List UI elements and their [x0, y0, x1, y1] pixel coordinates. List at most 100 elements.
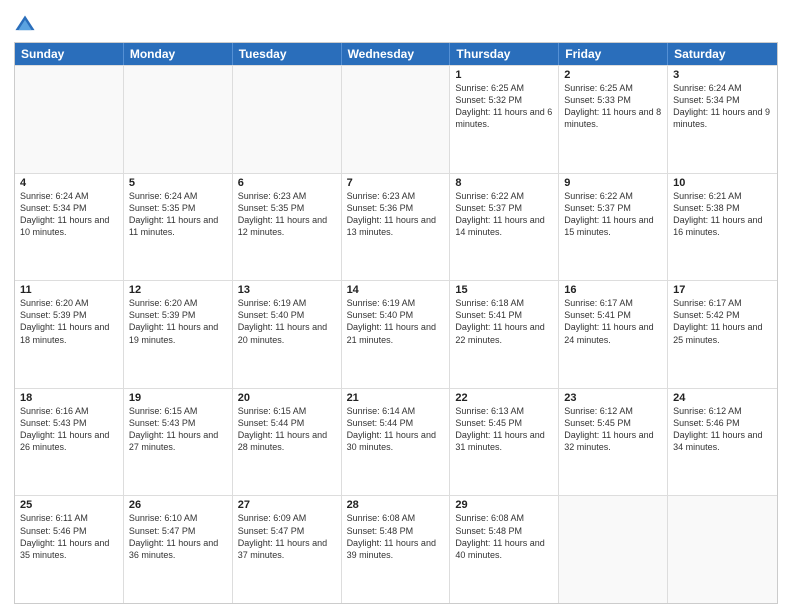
calendar-cell: 9Sunrise: 6:22 AM Sunset: 5:37 PM Daylig…	[559, 174, 668, 281]
day-info: Sunrise: 6:17 AM Sunset: 5:42 PM Dayligh…	[673, 297, 772, 346]
day-info: Sunrise: 6:08 AM Sunset: 5:48 PM Dayligh…	[347, 512, 445, 561]
calendar-cell: 17Sunrise: 6:17 AM Sunset: 5:42 PM Dayli…	[668, 281, 777, 388]
day-number: 8	[455, 177, 553, 189]
calendar-cell: 12Sunrise: 6:20 AM Sunset: 5:39 PM Dayli…	[124, 281, 233, 388]
calendar-cell: 18Sunrise: 6:16 AM Sunset: 5:43 PM Dayli…	[15, 389, 124, 496]
calendar-cell: 29Sunrise: 6:08 AM Sunset: 5:48 PM Dayli…	[450, 496, 559, 603]
calendar-cell: 26Sunrise: 6:10 AM Sunset: 5:47 PM Dayli…	[124, 496, 233, 603]
calendar-cell: 6Sunrise: 6:23 AM Sunset: 5:35 PM Daylig…	[233, 174, 342, 281]
day-number: 18	[20, 392, 118, 404]
day-number: 23	[564, 392, 662, 404]
calendar-cell: 28Sunrise: 6:08 AM Sunset: 5:48 PM Dayli…	[342, 496, 451, 603]
day-number: 5	[129, 177, 227, 189]
day-number: 19	[129, 392, 227, 404]
calendar-cell	[15, 66, 124, 173]
calendar-cell	[342, 66, 451, 173]
day-number: 22	[455, 392, 553, 404]
day-info: Sunrise: 6:20 AM Sunset: 5:39 PM Dayligh…	[20, 297, 118, 346]
day-number: 21	[347, 392, 445, 404]
calendar-header-cell: Friday	[559, 43, 668, 65]
header	[14, 10, 778, 36]
day-info: Sunrise: 6:25 AM Sunset: 5:32 PM Dayligh…	[455, 82, 553, 131]
calendar-header-cell: Tuesday	[233, 43, 342, 65]
day-number: 26	[129, 499, 227, 511]
calendar-cell: 21Sunrise: 6:14 AM Sunset: 5:44 PM Dayli…	[342, 389, 451, 496]
day-info: Sunrise: 6:22 AM Sunset: 5:37 PM Dayligh…	[455, 190, 553, 239]
day-info: Sunrise: 6:09 AM Sunset: 5:47 PM Dayligh…	[238, 512, 336, 561]
calendar-cell: 24Sunrise: 6:12 AM Sunset: 5:46 PM Dayli…	[668, 389, 777, 496]
day-info: Sunrise: 6:13 AM Sunset: 5:45 PM Dayligh…	[455, 405, 553, 454]
day-number: 14	[347, 284, 445, 296]
logo-icon	[14, 14, 36, 36]
calendar-cell: 13Sunrise: 6:19 AM Sunset: 5:40 PM Dayli…	[233, 281, 342, 388]
calendar-cell: 14Sunrise: 6:19 AM Sunset: 5:40 PM Dayli…	[342, 281, 451, 388]
day-number: 12	[129, 284, 227, 296]
calendar-header-cell: Saturday	[668, 43, 777, 65]
day-number: 11	[20, 284, 118, 296]
day-number: 20	[238, 392, 336, 404]
day-info: Sunrise: 6:25 AM Sunset: 5:33 PM Dayligh…	[564, 82, 662, 131]
calendar-cell: 23Sunrise: 6:12 AM Sunset: 5:45 PM Dayli…	[559, 389, 668, 496]
calendar-body: 1Sunrise: 6:25 AM Sunset: 5:32 PM Daylig…	[15, 65, 777, 603]
calendar-week-row: 25Sunrise: 6:11 AM Sunset: 5:46 PM Dayli…	[15, 495, 777, 603]
calendar-header-row: SundayMondayTuesdayWednesdayThursdayFrid…	[15, 43, 777, 65]
day-info: Sunrise: 6:08 AM Sunset: 5:48 PM Dayligh…	[455, 512, 553, 561]
day-info: Sunrise: 6:15 AM Sunset: 5:43 PM Dayligh…	[129, 405, 227, 454]
calendar-cell: 2Sunrise: 6:25 AM Sunset: 5:33 PM Daylig…	[559, 66, 668, 173]
logo	[14, 14, 40, 36]
calendar-cell: 4Sunrise: 6:24 AM Sunset: 5:34 PM Daylig…	[15, 174, 124, 281]
day-number: 7	[347, 177, 445, 189]
calendar-cell: 3Sunrise: 6:24 AM Sunset: 5:34 PM Daylig…	[668, 66, 777, 173]
calendar-header-cell: Sunday	[15, 43, 124, 65]
calendar-cell: 25Sunrise: 6:11 AM Sunset: 5:46 PM Dayli…	[15, 496, 124, 603]
day-number: 6	[238, 177, 336, 189]
day-number: 25	[20, 499, 118, 511]
calendar-cell: 11Sunrise: 6:20 AM Sunset: 5:39 PM Dayli…	[15, 281, 124, 388]
calendar-cell: 15Sunrise: 6:18 AM Sunset: 5:41 PM Dayli…	[450, 281, 559, 388]
day-info: Sunrise: 6:10 AM Sunset: 5:47 PM Dayligh…	[129, 512, 227, 561]
calendar-week-row: 18Sunrise: 6:16 AM Sunset: 5:43 PM Dayli…	[15, 388, 777, 496]
calendar-cell: 5Sunrise: 6:24 AM Sunset: 5:35 PM Daylig…	[124, 174, 233, 281]
calendar-cell	[559, 496, 668, 603]
day-info: Sunrise: 6:19 AM Sunset: 5:40 PM Dayligh…	[238, 297, 336, 346]
calendar-cell: 16Sunrise: 6:17 AM Sunset: 5:41 PM Dayli…	[559, 281, 668, 388]
day-info: Sunrise: 6:12 AM Sunset: 5:45 PM Dayligh…	[564, 405, 662, 454]
calendar-cell: 19Sunrise: 6:15 AM Sunset: 5:43 PM Dayli…	[124, 389, 233, 496]
day-info: Sunrise: 6:18 AM Sunset: 5:41 PM Dayligh…	[455, 297, 553, 346]
calendar-cell	[233, 66, 342, 173]
day-info: Sunrise: 6:16 AM Sunset: 5:43 PM Dayligh…	[20, 405, 118, 454]
page: SundayMondayTuesdayWednesdayThursdayFrid…	[0, 0, 792, 612]
day-number: 27	[238, 499, 336, 511]
day-number: 13	[238, 284, 336, 296]
day-info: Sunrise: 6:14 AM Sunset: 5:44 PM Dayligh…	[347, 405, 445, 454]
calendar-week-row: 4Sunrise: 6:24 AM Sunset: 5:34 PM Daylig…	[15, 173, 777, 281]
calendar-cell: 8Sunrise: 6:22 AM Sunset: 5:37 PM Daylig…	[450, 174, 559, 281]
day-info: Sunrise: 6:23 AM Sunset: 5:35 PM Dayligh…	[238, 190, 336, 239]
day-info: Sunrise: 6:24 AM Sunset: 5:35 PM Dayligh…	[129, 190, 227, 239]
day-number: 29	[455, 499, 553, 511]
day-info: Sunrise: 6:20 AM Sunset: 5:39 PM Dayligh…	[129, 297, 227, 346]
day-number: 9	[564, 177, 662, 189]
day-number: 1	[455, 69, 553, 81]
calendar-cell: 20Sunrise: 6:15 AM Sunset: 5:44 PM Dayli…	[233, 389, 342, 496]
day-number: 16	[564, 284, 662, 296]
calendar-week-row: 1Sunrise: 6:25 AM Sunset: 5:32 PM Daylig…	[15, 65, 777, 173]
calendar-header-cell: Monday	[124, 43, 233, 65]
day-number: 17	[673, 284, 772, 296]
calendar: SundayMondayTuesdayWednesdayThursdayFrid…	[14, 42, 778, 604]
calendar-cell: 27Sunrise: 6:09 AM Sunset: 5:47 PM Dayli…	[233, 496, 342, 603]
calendar-cell: 7Sunrise: 6:23 AM Sunset: 5:36 PM Daylig…	[342, 174, 451, 281]
day-info: Sunrise: 6:21 AM Sunset: 5:38 PM Dayligh…	[673, 190, 772, 239]
calendar-cell	[668, 496, 777, 603]
calendar-header-cell: Thursday	[450, 43, 559, 65]
day-info: Sunrise: 6:24 AM Sunset: 5:34 PM Dayligh…	[20, 190, 118, 239]
day-info: Sunrise: 6:11 AM Sunset: 5:46 PM Dayligh…	[20, 512, 118, 561]
day-number: 4	[20, 177, 118, 189]
calendar-week-row: 11Sunrise: 6:20 AM Sunset: 5:39 PM Dayli…	[15, 280, 777, 388]
calendar-cell: 22Sunrise: 6:13 AM Sunset: 5:45 PM Dayli…	[450, 389, 559, 496]
calendar-cell	[124, 66, 233, 173]
day-info: Sunrise: 6:24 AM Sunset: 5:34 PM Dayligh…	[673, 82, 772, 131]
day-info: Sunrise: 6:12 AM Sunset: 5:46 PM Dayligh…	[673, 405, 772, 454]
day-number: 24	[673, 392, 772, 404]
day-number: 15	[455, 284, 553, 296]
